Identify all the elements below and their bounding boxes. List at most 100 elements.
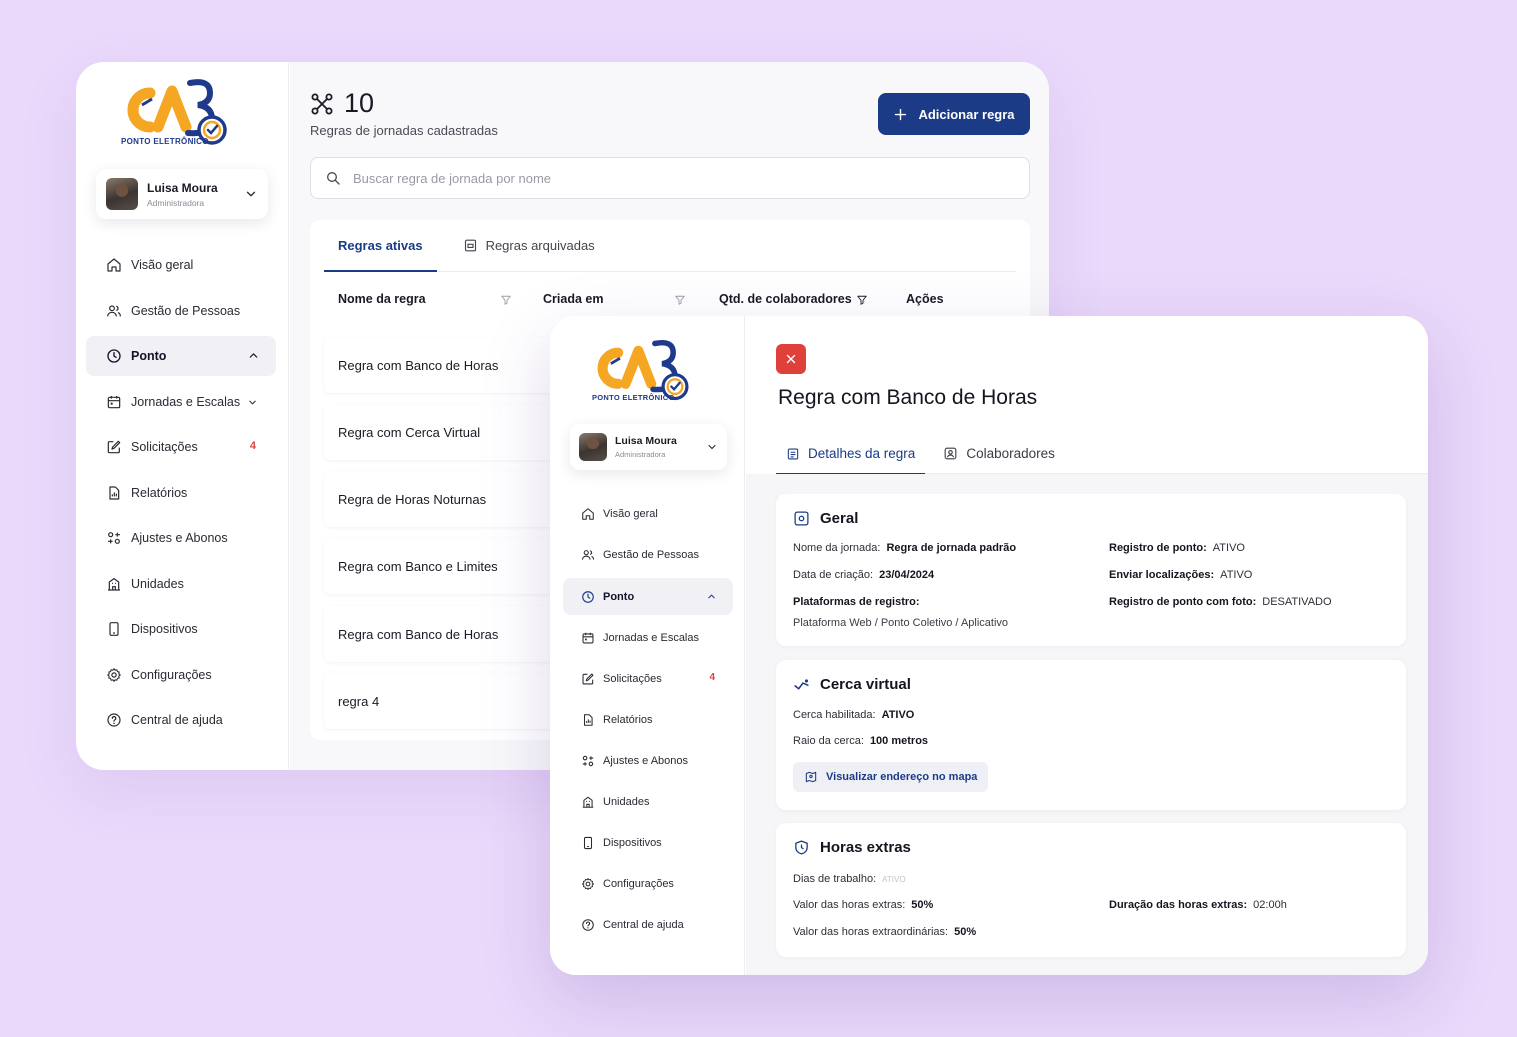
close-button[interactable] [776, 344, 806, 374]
chevron-up-icon [706, 591, 717, 602]
field-cerca-habilitada: Cerca habilitada: ATIVO [793, 709, 914, 721]
sidebar-item-relatorios[interactable]: Relatórios [563, 702, 733, 738]
column-header-qtd[interactable]: Qtd. de colaboradores [719, 292, 852, 306]
section-title: Horas extras [820, 839, 911, 856]
brand-logo: PONTO ELETRÔNICO [590, 338, 694, 404]
logo-caption: PONTO ELETRÔNICO [121, 137, 209, 146]
tab-label: Detalhes da regra [808, 446, 916, 461]
sidebar-item-ajustes[interactable]: Ajustes e Abonos [563, 743, 733, 779]
sidebar-item-label: Ajustes e Abonos [131, 531, 228, 545]
gear-icon [106, 667, 122, 683]
user-menu[interactable]: Luisa Moura Administradora [96, 169, 268, 219]
table-header: Nome da regra Criada em Qtd. de colabora… [310, 292, 1030, 312]
archive-icon [463, 238, 478, 253]
rule-name: Regra com Banco de Horas [338, 357, 499, 373]
home-icon [581, 507, 595, 521]
sidebar-item-unidades[interactable]: Unidades [563, 784, 733, 820]
field-enviar-localizacoes: Enviar localizações: ATIVO [1109, 569, 1252, 581]
section-title: Cerca virtual [820, 676, 911, 693]
sidebar-item-gestao-pessoas[interactable]: Gestão de Pessoas [563, 537, 733, 573]
sidebar-item-solicitacoes[interactable]: Solicitações 4 [86, 427, 276, 467]
tab-colaboradores[interactable]: Colaboradores [933, 433, 1065, 474]
sidebar-item-configuracoes[interactable]: Configurações [563, 866, 733, 902]
document-icon [786, 447, 800, 461]
section-header: Horas extras [793, 839, 911, 856]
sidebar-item-central-ajuda[interactable]: Central de ajuda [563, 907, 733, 943]
settings-icon [793, 510, 810, 527]
sidebar-item-visao-geral[interactable]: Visão geral [86, 245, 276, 285]
section-header: Geral [793, 510, 858, 527]
sidebar-item-label: Central de ajuda [131, 713, 223, 727]
search-input[interactable] [353, 170, 953, 186]
sidebar-item-unidades[interactable]: Unidades [86, 564, 276, 604]
tab-regras-arquivadas[interactable]: Regras arquivadas [449, 219, 609, 271]
add-rule-button[interactable]: Adicionar regra [878, 93, 1030, 135]
rule-detail-main: Regra com Banco de Horas Detalhes da reg… [746, 316, 1428, 975]
field-value: ATIVO [1220, 569, 1253, 581]
field-label: Registro de ponto: [1109, 542, 1207, 554]
user-name: Luisa Moura [147, 180, 218, 195]
sidebar-item-dispositivos[interactable]: Dispositivos [563, 825, 733, 861]
field-value: 50% [911, 899, 934, 911]
notification-badge: 4 [709, 672, 715, 683]
field-raio-cerca: Raio da cerca: 100 metros [793, 735, 928, 747]
field-dias-trabalho: Dias de trabalho: ATIVO [793, 873, 906, 885]
tab-label: Colaboradores [966, 446, 1055, 461]
rule-name: regra 4 [338, 693, 380, 709]
field-label: Valor das horas extraordinárias: [793, 926, 949, 938]
sidebar-item-ponto[interactable]: Ponto [563, 578, 733, 615]
sidebar-item-label: Solicitações [603, 673, 662, 685]
rule-name: Regra com Cerca Virtual [338, 424, 481, 440]
tab-detalhes[interactable]: Detalhes da regra [776, 433, 926, 475]
rules-icon [310, 92, 334, 116]
sidebar-item-gestao-pessoas[interactable]: Gestão de Pessoas [86, 291, 276, 331]
home-icon [106, 257, 122, 273]
map-icon [804, 770, 818, 784]
field-value: ATIVO [882, 875, 906, 884]
sidebar-item-jornadas[interactable]: Jornadas e Escalas [563, 620, 733, 656]
field-value: 100 metros [869, 735, 929, 747]
filter-icon[interactable] [856, 294, 868, 306]
field-registro-foto: Registro de ponto com foto: DESATIVADO [1109, 596, 1332, 608]
sidebar: PONTO ELETRÔNICO Luisa Moura Administrad… [550, 316, 745, 975]
sidebar-item-label: Central de ajuda [603, 919, 684, 931]
search-icon [325, 170, 341, 186]
sidebar-item-jornadas[interactable]: Jornadas e Escalas [86, 382, 276, 422]
sidebar-item-central-ajuda[interactable]: Central de ajuda [86, 700, 276, 740]
sidebar-nav: Visão geral Gestão de Pessoas Ponto Jorn… [563, 496, 733, 943]
detail-tabs: Detalhes da regra Colaboradores [776, 433, 1428, 475]
section-geral: Geral Nome da jornada: Regra de jornada p… [776, 494, 1406, 646]
logo-caption: PONTO ELETRÔNICO [592, 393, 675, 402]
sidebar-item-label: Unidades [131, 576, 184, 591]
rules-count-label: Regras de jornadas cadastradas [310, 123, 498, 138]
filter-icon[interactable] [500, 294, 512, 306]
field-data-criacao: Data de criação: 23/04/2024 [793, 569, 934, 581]
sidebar-item-solicitacoes[interactable]: Solicitações 4 [563, 661, 733, 697]
field-label: Enviar localizações: [1109, 569, 1215, 581]
section-horas-extras: Horas extras Dias de trabalho: ATIVO Valo… [776, 823, 1406, 957]
column-header-nome[interactable]: Nome da regra [338, 292, 426, 306]
sidebar-item-ponto[interactable]: Ponto [86, 336, 276, 376]
user-role: Administradora [147, 197, 205, 208]
field-value: 02:00h [1253, 899, 1287, 911]
sidebar-item-configuracoes[interactable]: Configurações [86, 655, 276, 695]
field-valor-extraordinarias: Valor das horas extraordinárias: 50% [793, 926, 976, 938]
chevron-up-icon [247, 349, 260, 362]
avatar [106, 178, 138, 210]
tab-regras-ativas[interactable]: Regras ativas [324, 219, 437, 272]
gear-icon [581, 877, 595, 891]
sidebar-item-dispositivos[interactable]: Dispositivos [86, 609, 276, 649]
help-icon [106, 712, 122, 728]
sidebar-item-label: Configurações [603, 878, 674, 890]
field-value: DESATIVADO [1262, 596, 1332, 608]
column-header-criada[interactable]: Criada em [543, 292, 603, 306]
sidebar-item-ajustes[interactable]: Ajustes e Abonos [86, 518, 276, 558]
field-value: 23/04/2024 [879, 569, 935, 581]
field-duracao-horas-extras: Duração das horas extras: 02:00h [1109, 899, 1287, 911]
view-map-button[interactable]: Visualizar endereço no mapa [793, 762, 989, 792]
sidebar-item-visao-geral[interactable]: Visão geral [563, 496, 733, 532]
sidebar-item-label: Solicitações [131, 440, 198, 454]
filter-icon[interactable] [674, 294, 686, 306]
user-menu[interactable]: Luisa Moura Administradora [570, 424, 727, 470]
sidebar-item-relatorios[interactable]: Relatórios [86, 473, 276, 513]
